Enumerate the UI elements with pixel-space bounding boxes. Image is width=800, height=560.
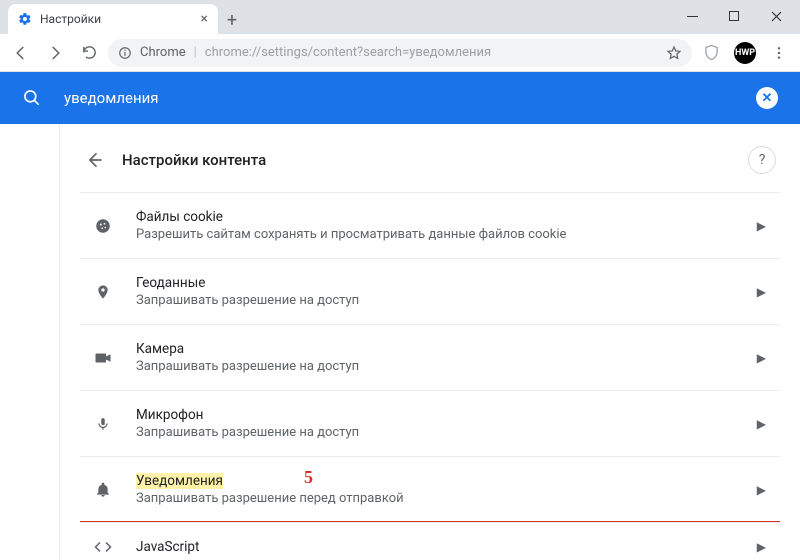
row-location[interactable]: Геоданные Запрашивать разрешение на дост…	[80, 258, 780, 324]
window-titlebar: Настройки × +	[0, 0, 800, 34]
row-title: Уведомления	[136, 473, 757, 489]
settings-gear-icon	[18, 12, 32, 26]
extension-shield-icon[interactable]	[696, 38, 726, 68]
help-button[interactable]: ?	[748, 146, 776, 174]
row-desc: Запрашивать разрешение на доступ	[136, 425, 757, 440]
row-title: JavaScript	[136, 539, 757, 555]
chevron-right-icon: ▶	[757, 483, 766, 497]
chevron-right-icon: ▶	[757, 417, 766, 431]
row-desc: Запрашивать разрешение на доступ	[136, 293, 757, 308]
new-tab-button[interactable]: +	[218, 6, 246, 34]
annotation-number: 5	[304, 467, 313, 488]
cookie-icon	[92, 217, 114, 235]
row-camera[interactable]: Камера Запрашивать разрешение на доступ …	[80, 324, 780, 390]
row-cookies[interactable]: Файлы cookie Разрешить сайтам сохранять …	[80, 192, 780, 258]
row-title: Микрофон	[136, 407, 757, 423]
settings-content-scroll[interactable]: Настройки контента ? Файлы cookie Разреш…	[60, 124, 800, 560]
row-title: Геоданные	[136, 275, 757, 291]
omnibox-separator: |	[194, 45, 197, 60]
nav-reload-button[interactable]	[74, 38, 104, 68]
row-title: Камера	[136, 341, 757, 357]
browser-menu-button[interactable]	[764, 38, 794, 68]
section-header: Настройки контента ?	[80, 140, 780, 192]
browser-toolbar: Chrome | chrome://settings/content?searc…	[0, 34, 800, 72]
browser-tab[interactable]: Настройки ×	[8, 4, 218, 34]
settings-search-bar[interactable]: уведомления ✕	[0, 72, 800, 124]
code-icon	[92, 540, 114, 554]
nav-forward-button[interactable]	[40, 38, 70, 68]
window-maximize-button[interactable]	[714, 2, 754, 30]
omnibox-scheme: Chrome	[140, 45, 186, 60]
camera-icon	[92, 351, 114, 365]
chevron-right-icon: ▶	[757, 540, 766, 554]
avatar-label: HWP	[734, 42, 756, 64]
row-microphone[interactable]: Микрофон Запрашивать разрешение на досту…	[80, 390, 780, 456]
nav-back-button[interactable]	[6, 38, 36, 68]
section-title: Настройки контента	[122, 151, 730, 169]
chevron-right-icon: ▶	[757, 285, 766, 299]
tab-close-icon[interactable]: ×	[201, 11, 208, 27]
microphone-icon	[92, 415, 114, 433]
row-title: Файлы cookie	[136, 209, 757, 225]
omnibox-url: chrome://settings/content?search=уведомл…	[205, 45, 658, 60]
row-desc: Разрешить сайтам сохранять и просматрива…	[136, 227, 757, 242]
chevron-right-icon: ▶	[757, 351, 766, 365]
row-javascript[interactable]: JavaScript ▶	[80, 522, 780, 560]
site-info-icon[interactable]	[118, 46, 132, 60]
bell-icon	[92, 481, 114, 499]
row-desc: Запрашивать разрешение на доступ	[136, 359, 757, 374]
bookmark-star-icon[interactable]	[666, 45, 682, 61]
search-icon	[22, 88, 42, 108]
profile-avatar[interactable]: HWP	[730, 38, 760, 68]
address-bar[interactable]: Chrome | chrome://settings/content?searc…	[108, 39, 692, 67]
search-query-text: уведомления	[64, 89, 756, 107]
chevron-right-icon: ▶	[757, 219, 766, 233]
location-pin-icon	[92, 283, 114, 301]
tab-title: Настройки	[40, 12, 101, 26]
row-desc: Запрашивать разрешение перед отправкой	[136, 491, 757, 506]
left-gutter	[0, 124, 60, 560]
back-arrow-button[interactable]	[84, 150, 104, 170]
window-minimize-button[interactable]	[672, 2, 712, 30]
row-notifications[interactable]: Уведомления Запрашивать разрешение перед…	[80, 456, 780, 522]
window-close-button[interactable]	[756, 2, 796, 30]
clear-search-button[interactable]: ✕	[756, 87, 778, 109]
